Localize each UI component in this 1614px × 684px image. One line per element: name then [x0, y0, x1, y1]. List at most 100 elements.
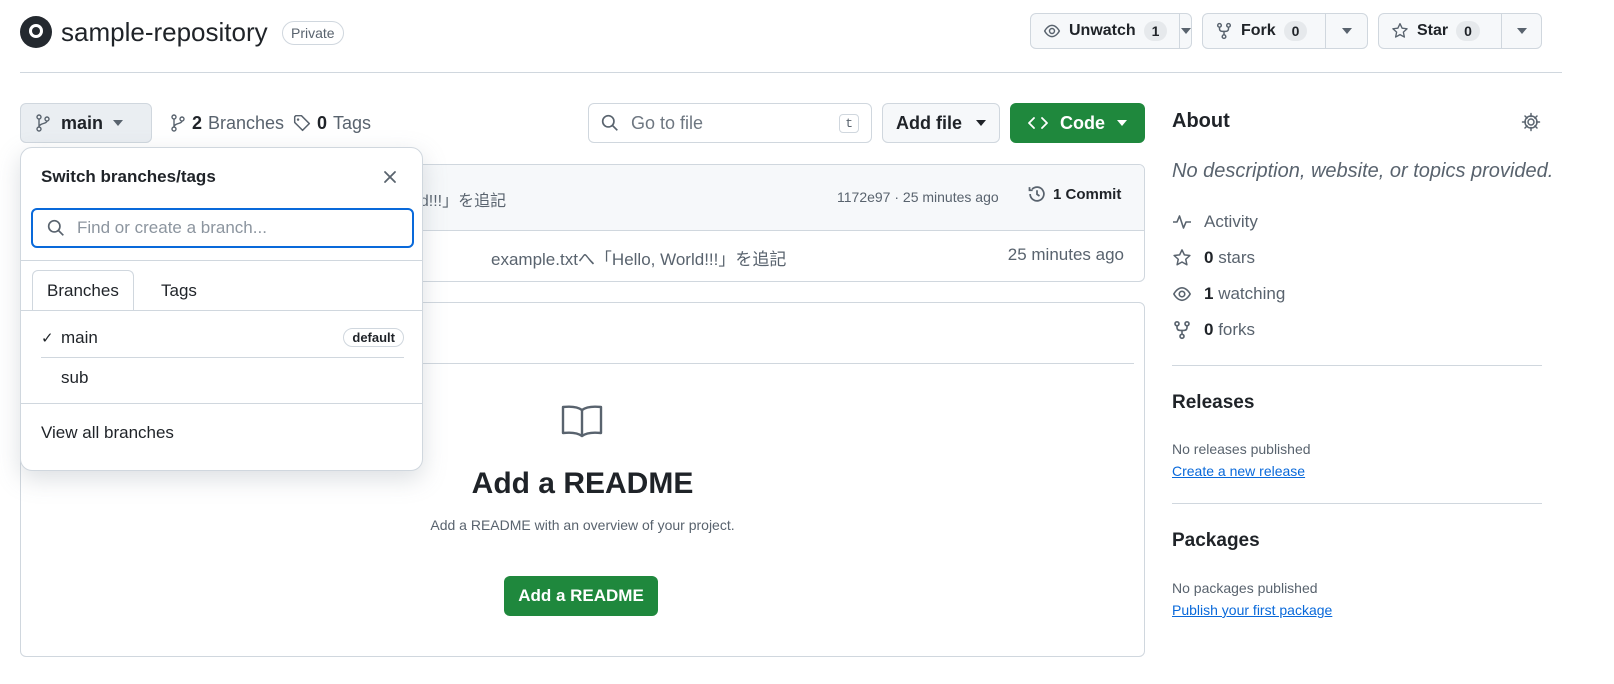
fork-label: Fork: [1241, 22, 1276, 39]
default-badge: default: [343, 328, 404, 347]
watching-link[interactable]: 1 watching: [1172, 282, 1285, 306]
tab-branches[interactable]: Branches: [32, 270, 134, 311]
releases-note: No releases published: [1172, 441, 1311, 457]
branch-search-input[interactable]: [75, 217, 375, 239]
dropdown-divider: [21, 260, 422, 261]
file-commit-message[interactable]: example.txtへ「Hello, World!!!」を追記: [491, 245, 786, 270]
tabs-divider: [21, 310, 422, 311]
branch-item-sub[interactable]: sub: [41, 358, 404, 398]
commit-hash-time[interactable]: 1172e97 · 25 minutes ago: [837, 189, 999, 205]
search-icon: [47, 219, 65, 237]
readme-header-divider: [401, 363, 1134, 364]
tags-count: 0: [317, 112, 328, 133]
fork-count: 0: [1283, 21, 1308, 41]
star-dropdown[interactable]: [1501, 14, 1541, 48]
watching-label: watching: [1218, 284, 1286, 303]
unwatch-button[interactable]: Unwatch 1: [1030, 13, 1192, 49]
caret-down-icon: [1516, 28, 1527, 34]
star-count: 0: [1456, 21, 1480, 41]
header-divider: [20, 72, 1562, 73]
packages-title[interactable]: Packages: [1172, 530, 1260, 552]
forks-link[interactable]: 0 forks: [1172, 318, 1255, 342]
caret-down-icon: [1180, 28, 1191, 34]
activity-label: Activity: [1204, 212, 1258, 231]
code-icon: [1028, 115, 1048, 131]
branch-item-main[interactable]: ✓ main default: [41, 318, 404, 358]
go-to-file-shortcut: t: [839, 113, 859, 133]
add-readme-button[interactable]: Add a README: [504, 576, 658, 616]
branch-name: sub: [61, 368, 89, 387]
commit-count-label: 1 Commit: [1053, 185, 1122, 203]
sidebar-divider: [1172, 365, 1542, 366]
branch-icon: [170, 114, 186, 132]
repo-owner-avatar[interactable]: [20, 16, 52, 48]
forks-count: 0: [1204, 320, 1214, 339]
branch-name: main: [61, 327, 98, 347]
check-icon: ✓: [41, 329, 54, 347]
branches-label: Branches: [208, 112, 285, 133]
gear-icon[interactable]: [1521, 112, 1541, 132]
file-commit-time: 25 minutes ago: [1007, 245, 1124, 264]
forks-label: forks: [1218, 320, 1256, 339]
search-icon: [601, 114, 619, 132]
publish-package-link[interactable]: Publish your first package: [1172, 602, 1332, 618]
stars-count: 0: [1204, 248, 1214, 267]
go-to-file-placeholder: Go to file: [631, 112, 704, 133]
commit-history-link[interactable]: 1 Commit: [1027, 184, 1121, 204]
star-icon: [1172, 248, 1192, 268]
watching-count: 1: [1204, 284, 1214, 303]
visibility-badge: Private: [282, 21, 344, 45]
fork-button[interactable]: Fork 0: [1202, 13, 1368, 49]
branch-selector-button[interactable]: main: [20, 103, 152, 143]
eye-icon: [1172, 284, 1192, 304]
stars-label: stars: [1218, 248, 1256, 267]
fork-main[interactable]: Fork 0: [1203, 14, 1325, 48]
branches-link[interactable]: 2 Branches: [170, 103, 284, 143]
caret-down-icon: [1341, 28, 1352, 34]
close-icon[interactable]: [383, 170, 397, 184]
book-icon: [560, 404, 604, 440]
create-release-link[interactable]: Create a new release: [1172, 463, 1305, 479]
star-button[interactable]: Star 0: [1378, 13, 1542, 49]
branch-search-field[interactable]: [31, 208, 414, 248]
branch-icon: [35, 114, 51, 132]
about-description: No description, website, or topics provi…: [1172, 160, 1554, 182]
unwatch-label: Unwatch: [1069, 22, 1136, 39]
packages-note: No packages published: [1172, 580, 1318, 596]
latest-commit-message[interactable]: rld!!!」を追記: [411, 187, 506, 211]
readme-subtitle: Add a README with an overview of your pr…: [430, 517, 735, 533]
releases-title[interactable]: Releases: [1172, 392, 1254, 414]
code-button[interactable]: Code: [1010, 103, 1145, 143]
unwatch-dropdown[interactable]: [1179, 14, 1191, 48]
unwatch-main[interactable]: Unwatch 1: [1031, 14, 1179, 48]
branch-switch-dropdown: Switch branches/tags Branches Tags ✓ mai…: [20, 147, 423, 471]
tab-tags[interactable]: Tags: [147, 270, 211, 311]
about-title: About: [1172, 110, 1230, 132]
star-main[interactable]: Star 0: [1379, 14, 1501, 48]
readme-title: Add a README: [471, 467, 694, 500]
watch-count: 1: [1143, 21, 1168, 41]
tags-link[interactable]: 0 Tags: [293, 103, 371, 143]
add-file-button[interactable]: Add file: [882, 103, 1000, 143]
view-all-branches-link[interactable]: View all branches: [41, 423, 174, 443]
caret-down-icon: [1117, 120, 1127, 126]
add-file-label: Add file: [896, 112, 962, 133]
stars-link[interactable]: 0 stars: [1172, 246, 1255, 270]
footer-divider: [21, 403, 422, 404]
star-icon: [1391, 22, 1409, 40]
tag-icon: [293, 114, 311, 132]
fork-icon: [1215, 22, 1233, 40]
eye-icon: [1043, 22, 1061, 40]
repo-name[interactable]: sample-repository: [61, 14, 268, 50]
code-label: Code: [1060, 112, 1105, 133]
caret-down-icon: [113, 120, 124, 126]
branches-count: 2: [192, 112, 203, 133]
caret-down-icon: [976, 120, 986, 126]
history-icon: [1027, 184, 1047, 204]
activity-link[interactable]: Activity: [1172, 210, 1258, 234]
dropdown-title: Switch branches/tags: [41, 167, 216, 186]
fork-dropdown[interactable]: [1325, 14, 1367, 48]
fork-icon: [1172, 320, 1192, 340]
go-to-file-input[interactable]: Go to file t: [588, 103, 872, 143]
star-label: Star: [1417, 22, 1449, 39]
